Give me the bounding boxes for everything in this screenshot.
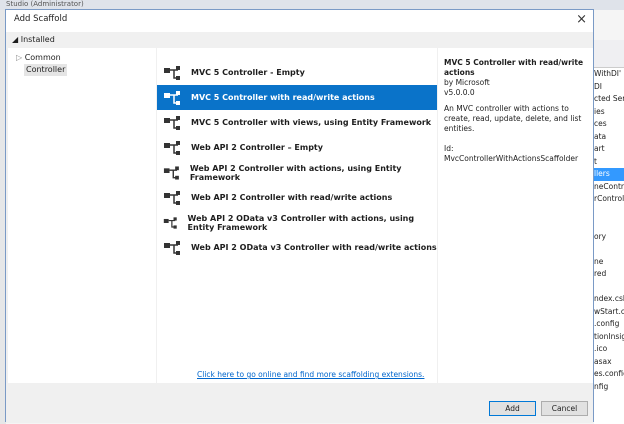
expand-icon[interactable]: ▷ bbox=[16, 53, 22, 62]
add-button[interactable]: Add bbox=[489, 401, 536, 416]
controller-views-icon bbox=[164, 115, 180, 130]
solution-explorer-item[interactable]: t bbox=[594, 156, 624, 169]
details-description: An MVC controller with actions to create… bbox=[444, 104, 582, 133]
add-scaffold-dialog: Add Scaffold × ◢ Installed ▷ Common Cont… bbox=[5, 9, 594, 423]
solution-explorer-item[interactable]: .config bbox=[594, 318, 624, 331]
controller-actions-icon bbox=[164, 90, 180, 105]
solution-explorer-item[interactable]: ndex.csh bbox=[594, 293, 624, 306]
solution-explorer-item[interactable] bbox=[594, 206, 624, 219]
scaffold-list: MVC 5 Controller - Empty MVC 5 Controller… bbox=[157, 48, 437, 383]
dialog-title-bar: Add Scaffold × bbox=[6, 10, 593, 32]
scaffold-item-label: Web API 2 OData v3 Controller with actio… bbox=[187, 213, 415, 232]
scaffold-item-label: MVC 5 Controller with read/write actions bbox=[191, 93, 375, 102]
solution-explorer-item[interactable] bbox=[594, 218, 624, 231]
scaffold-item-label: MVC 5 Controller - Empty bbox=[191, 68, 305, 77]
dialog-footer: Add Cancel bbox=[6, 383, 593, 423]
controller-icon bbox=[164, 190, 180, 205]
solution-explorer-item[interactable]: DI bbox=[594, 81, 624, 94]
solution-explorer-item[interactable]: .ico bbox=[594, 343, 624, 356]
controller-icon bbox=[164, 140, 180, 155]
solution-explorer-item[interactable] bbox=[594, 243, 624, 256]
solution-explorer-item[interactable]: neContro bbox=[594, 181, 624, 194]
solution-explorer-item[interactable]: ory bbox=[594, 231, 624, 244]
scaffold-item-label: Web API 2 Controller with actions, using… bbox=[189, 163, 402, 182]
controller-icon bbox=[163, 165, 179, 180]
solution-explorer-toolbar bbox=[594, 40, 624, 68]
scaffold-item[interactable]: MVC 5 Controller with views, using Entit… bbox=[157, 110, 437, 135]
scaffold-item-label: Web API 2 Controller with read/write act… bbox=[191, 193, 393, 202]
details-author: by Microsoft bbox=[444, 78, 490, 87]
solution-explorer-item[interactable]: cted Servi bbox=[594, 93, 624, 106]
solution-explorer-item[interactable]: ata bbox=[594, 131, 624, 144]
category-tree: ▷ Common Controller bbox=[8, 48, 156, 383]
controller-icon bbox=[164, 240, 180, 255]
tree-item-controller[interactable]: Controller bbox=[24, 64, 68, 76]
scaffold-item[interactable]: MVC 5 Controller - Empty bbox=[157, 60, 437, 85]
scaffold-item-label: Web API 2 OData v3 Controller with read/… bbox=[191, 243, 437, 252]
details-id: Id: MvcControllerWithActionsScaffolder bbox=[444, 144, 579, 163]
tree-item-common[interactable]: ▷ Common bbox=[16, 52, 156, 64]
tree-label-common: Common bbox=[24, 53, 61, 62]
scaffold-item[interactable]: Web API 2 OData v3 Controller with read/… bbox=[157, 235, 437, 260]
solution-explorer-item[interactable]: es.config bbox=[594, 368, 624, 381]
scaffold-item[interactable]: Web API 2 Controller with actions, using… bbox=[157, 160, 437, 185]
scaffold-item[interactable]: Web API 2 Controller with read/write act… bbox=[157, 185, 437, 210]
solution-explorer-item[interactable]: asax bbox=[594, 356, 624, 369]
solution-explorer-item[interactable]: WithDI' ( bbox=[594, 68, 624, 81]
installed-header[interactable]: ◢ Installed bbox=[6, 32, 593, 48]
solution-explorer: WithDI' (DIcted Serviiescesataarttllersn… bbox=[594, 40, 624, 424]
controller-icon bbox=[163, 216, 177, 229]
scaffold-item[interactable]: MVC 5 Controller with read/write actions bbox=[157, 85, 437, 110]
details-name: MVC 5 Controller with read/write actions bbox=[444, 58, 584, 77]
installed-label: Installed bbox=[20, 35, 55, 44]
solution-explorer-item[interactable] bbox=[594, 281, 624, 294]
close-icon[interactable]: × bbox=[576, 12, 587, 27]
scaffold-item-label: Web API 2 Controller – Empty bbox=[191, 143, 323, 152]
details-version: v5.0.0.0 bbox=[444, 88, 475, 97]
solution-explorer-item[interactable]: llers bbox=[594, 168, 624, 181]
solution-explorer-item[interactable]: ne bbox=[594, 256, 624, 269]
solution-explorer-item[interactable]: rControll bbox=[594, 193, 624, 206]
scaffold-item-label: MVC 5 Controller with views, using Entit… bbox=[191, 118, 432, 127]
details-pane: MVC 5 Controller with read/write actions… bbox=[438, 48, 593, 383]
solution-explorer-item[interactable]: red bbox=[594, 268, 624, 281]
solution-explorer-item[interactable]: tionInsig bbox=[594, 331, 624, 344]
solution-explorer-item[interactable]: ces bbox=[594, 118, 624, 131]
scaffold-item[interactable]: Web API 2 OData v3 Controller with actio… bbox=[157, 210, 437, 235]
online-extensions-link[interactable]: Click here to go online and find more sc… bbox=[197, 370, 424, 379]
cancel-button[interactable]: Cancel bbox=[541, 401, 588, 416]
controller-icon bbox=[164, 65, 180, 80]
solution-explorer-item[interactable]: ies bbox=[594, 106, 624, 119]
scaffold-item[interactable]: Web API 2 Controller – Empty bbox=[157, 135, 437, 160]
dialog-title: Add Scaffold bbox=[14, 14, 68, 24]
solution-explorer-item[interactable]: wStart.cs bbox=[594, 306, 624, 319]
solution-explorer-item[interactable]: art bbox=[594, 143, 624, 156]
solution-explorer-item[interactable]: nfig bbox=[594, 381, 624, 394]
